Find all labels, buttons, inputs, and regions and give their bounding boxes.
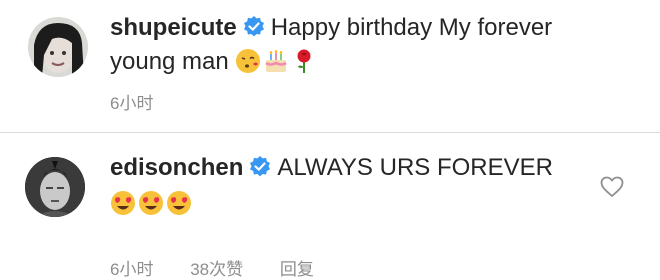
avatar[interactable] <box>28 17 88 77</box>
comment-text: ALWAYS URS FOREVER <box>277 154 553 181</box>
reply-button[interactable]: 回复 <box>280 260 314 279</box>
verified-badge-icon <box>243 16 265 38</box>
kissing-face-emoji-icon <box>235 48 261 74</box>
rose-emoji-icon <box>291 48 317 74</box>
comment-text: young man <box>110 48 229 75</box>
username[interactable]: shupeicute <box>110 14 237 41</box>
comment-meta: 6小时 38次赞 回复 <box>110 255 346 280</box>
comment-text-line2: young man <box>110 47 319 77</box>
timestamp: 6小时 <box>110 260 154 279</box>
heart-eyes-emoji-icon <box>110 190 136 216</box>
comment-meta: 6小时 <box>110 89 185 114</box>
birthday-cake-emoji-icon <box>263 48 289 74</box>
avatar[interactable] <box>25 157 85 217</box>
comment-item: shupeicute Happy birthday My forever youn… <box>0 0 660 122</box>
username[interactable]: edisonchen <box>110 154 243 181</box>
comment-text-line1: edisonchen ALWAYS URS FOREVER <box>110 153 553 183</box>
comment-item: edisonchen ALWAYS URS FOREVER 6小时 38次赞 回复 <box>0 133 660 279</box>
comment-emojis <box>110 189 194 219</box>
likes-count[interactable]: 38次赞 <box>190 260 243 279</box>
like-heart-icon[interactable] <box>600 176 624 198</box>
timestamp: 6小时 <box>110 94 154 113</box>
heart-eyes-emoji-icon <box>166 190 192 216</box>
comment-text-line1: shupeicute Happy birthday My forever <box>110 13 552 43</box>
heart-eyes-emoji-icon <box>138 190 164 216</box>
verified-badge-icon <box>249 156 271 178</box>
comment-text: Happy birthday My forever <box>270 14 553 41</box>
